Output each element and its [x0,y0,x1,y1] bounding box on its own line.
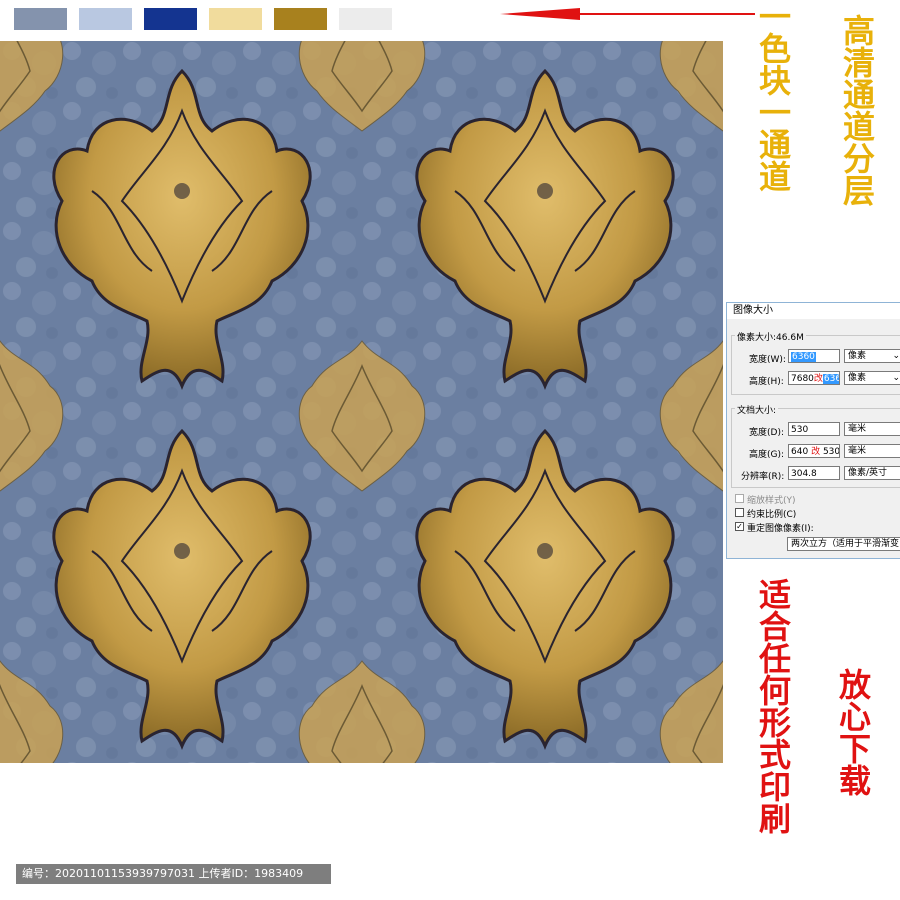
resolution-unit-select[interactable]: 像素/英寸 [844,466,900,480]
annotation-hd-channel-layers: 高清通道分层 [838,14,876,206]
damask-pattern-image [0,41,723,763]
height-input[interactable]: 7680改6360 [788,371,840,385]
resample-checkbox[interactable]: ✓ [735,522,744,531]
swatch-cream [209,8,262,30]
image-size-dialog: 图像大小 像素大小:46.6M 宽度(W): 6360 像素 ⌄ 高度(H): 7… [726,302,900,559]
pixel-size-label: 像素大小:46.6M [735,330,806,343]
arrow-left-icon [500,8,755,20]
doc-height-input[interactable]: 640 改 530 [788,444,840,458]
doc-height-label: 高度(G): [749,450,785,460]
scale-styles-label: 缩放样式(Y) [747,496,796,506]
annotation-one-block-one-channel: 一色块一通道 [754,0,792,192]
doc-width-label: 宽度(D): [749,428,784,438]
scale-styles-checkbox[interactable] [735,494,744,503]
swatch-gold [274,8,327,30]
constrain-proportions-checkbox[interactable] [735,508,744,517]
constrain-proportions-label: 约束比例(C) [747,510,797,520]
swatch-navy [144,8,197,30]
damask-pattern-svg [0,41,723,763]
swatch-gray-blue [14,8,67,30]
chevron-down-icon: ⌄ [892,373,900,383]
resample-label: 重定图像像素(I): [747,524,814,534]
resample-method-select[interactable]: 两次立方（适用于平滑渐变 [787,537,900,551]
swatch-light-gray [339,8,392,30]
dialog-title: 图像大小 [727,303,900,319]
color-swatch-row [14,8,392,32]
doc-width-input[interactable]: 530 [788,422,840,436]
width-label: 宽度(W): [749,355,786,365]
annotation-any-print-form: 适合任何形式印刷 [754,578,792,834]
chevron-down-icon: ⌄ [892,351,900,361]
height-unit-select[interactable]: 像素 ⌄ [844,371,900,385]
height-label: 高度(H): [749,377,784,387]
width-input[interactable]: 6360 [788,349,840,363]
width-unit-select[interactable]: 像素 ⌄ [844,349,900,363]
swatch-light-blue [79,8,132,30]
upload-info-bar: 编号：20201101153939797031 上传者ID：1983409 [16,864,331,884]
doc-width-unit-select[interactable]: 毫米 [844,422,900,436]
annotation-download-safely: 放心下载 [834,668,872,796]
resolution-label: 分辨率(R): [741,472,785,482]
doc-height-unit-select[interactable]: 毫米 [844,444,900,458]
document-size-label: 文档大小: [735,403,779,416]
resolution-input[interactable]: 304.8 [788,466,840,480]
